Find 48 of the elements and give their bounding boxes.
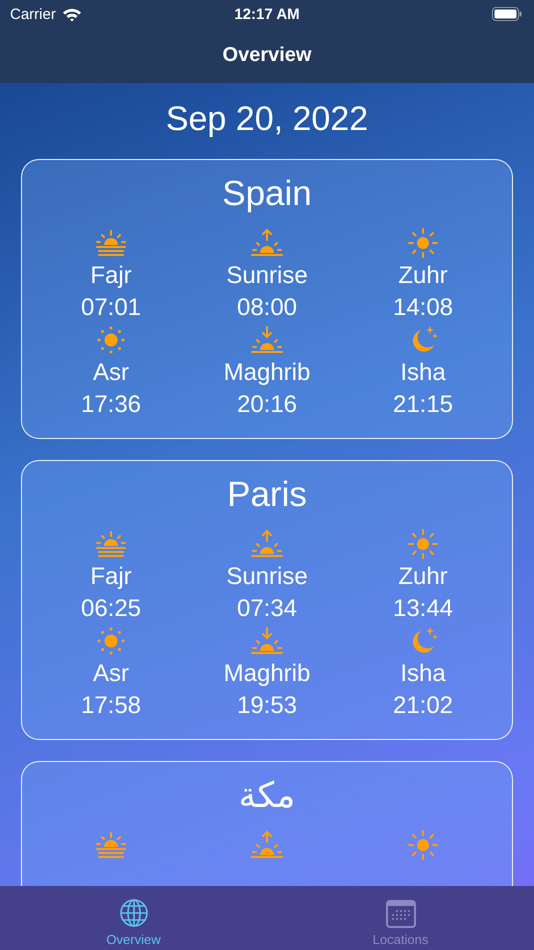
carrier-label: Carrier bbox=[10, 6, 56, 22]
prayer-time: 08:00 bbox=[236, 293, 298, 323]
location-title: Paris bbox=[227, 474, 307, 516]
sun-icon bbox=[406, 830, 440, 860]
sunrise-icon bbox=[250, 228, 284, 258]
prayer-name: Zuhr bbox=[398, 261, 448, 291]
sunrise-icon bbox=[250, 830, 284, 860]
prayer-time: 06:25 bbox=[80, 594, 142, 624]
sun-icon bbox=[406, 529, 440, 559]
prayer-name: Fajr bbox=[90, 562, 132, 592]
nav-title: Overview bbox=[222, 44, 312, 67]
prayer-time: 17:36 bbox=[80, 390, 142, 420]
prayer-name: Fajr bbox=[90, 261, 132, 291]
sun-horizon-icon bbox=[94, 830, 128, 860]
prayer-time: 20:16 bbox=[236, 390, 298, 420]
prayer-time: 07:34 bbox=[236, 594, 298, 624]
prayer-name: Asr bbox=[93, 358, 129, 388]
prayer-time: 17:58 bbox=[80, 691, 142, 721]
prayer-name: Maghrib bbox=[224, 659, 310, 689]
prayer-name: Zuhr bbox=[398, 562, 448, 592]
prayer-time: 07:01 bbox=[80, 293, 142, 323]
tab-item[interactable]: Locations bbox=[267, 886, 534, 950]
wifi-icon bbox=[62, 6, 82, 22]
sun-horizon-icon bbox=[94, 529, 128, 559]
prayer-name: Isha bbox=[400, 358, 446, 388]
prayer-name: Maghrib bbox=[224, 358, 310, 388]
clock-time: 12:17 AM bbox=[234, 6, 300, 22]
battery-icon bbox=[492, 7, 522, 21]
prayer-time: 19:53 bbox=[236, 691, 298, 721]
prayer-time: 21:02 bbox=[392, 691, 454, 721]
location-title: Spain bbox=[222, 173, 312, 215]
tab-item[interactable]: Overview bbox=[0, 886, 267, 950]
sunset-icon bbox=[250, 626, 284, 656]
prayer-name: Sunrise bbox=[226, 261, 308, 291]
prayer-time: 21:15 bbox=[392, 390, 454, 420]
prayer-name: Sunrise bbox=[226, 562, 308, 592]
date-heading: Sep 20, 2022 bbox=[166, 99, 368, 139]
prayer-name: Asr bbox=[93, 659, 129, 689]
sun-icon bbox=[406, 228, 440, 258]
globe-icon bbox=[118, 898, 148, 928]
calendar-icon bbox=[386, 900, 416, 928]
location-title: مكة bbox=[238, 775, 296, 817]
sun-horizon-icon bbox=[94, 228, 128, 258]
sunset-icon bbox=[250, 325, 284, 355]
prayer-time: 14:08 bbox=[392, 293, 454, 323]
prayer-name: Isha bbox=[400, 659, 446, 689]
prayer-time: 13:44 bbox=[392, 594, 454, 624]
sunrise-icon bbox=[250, 529, 284, 559]
